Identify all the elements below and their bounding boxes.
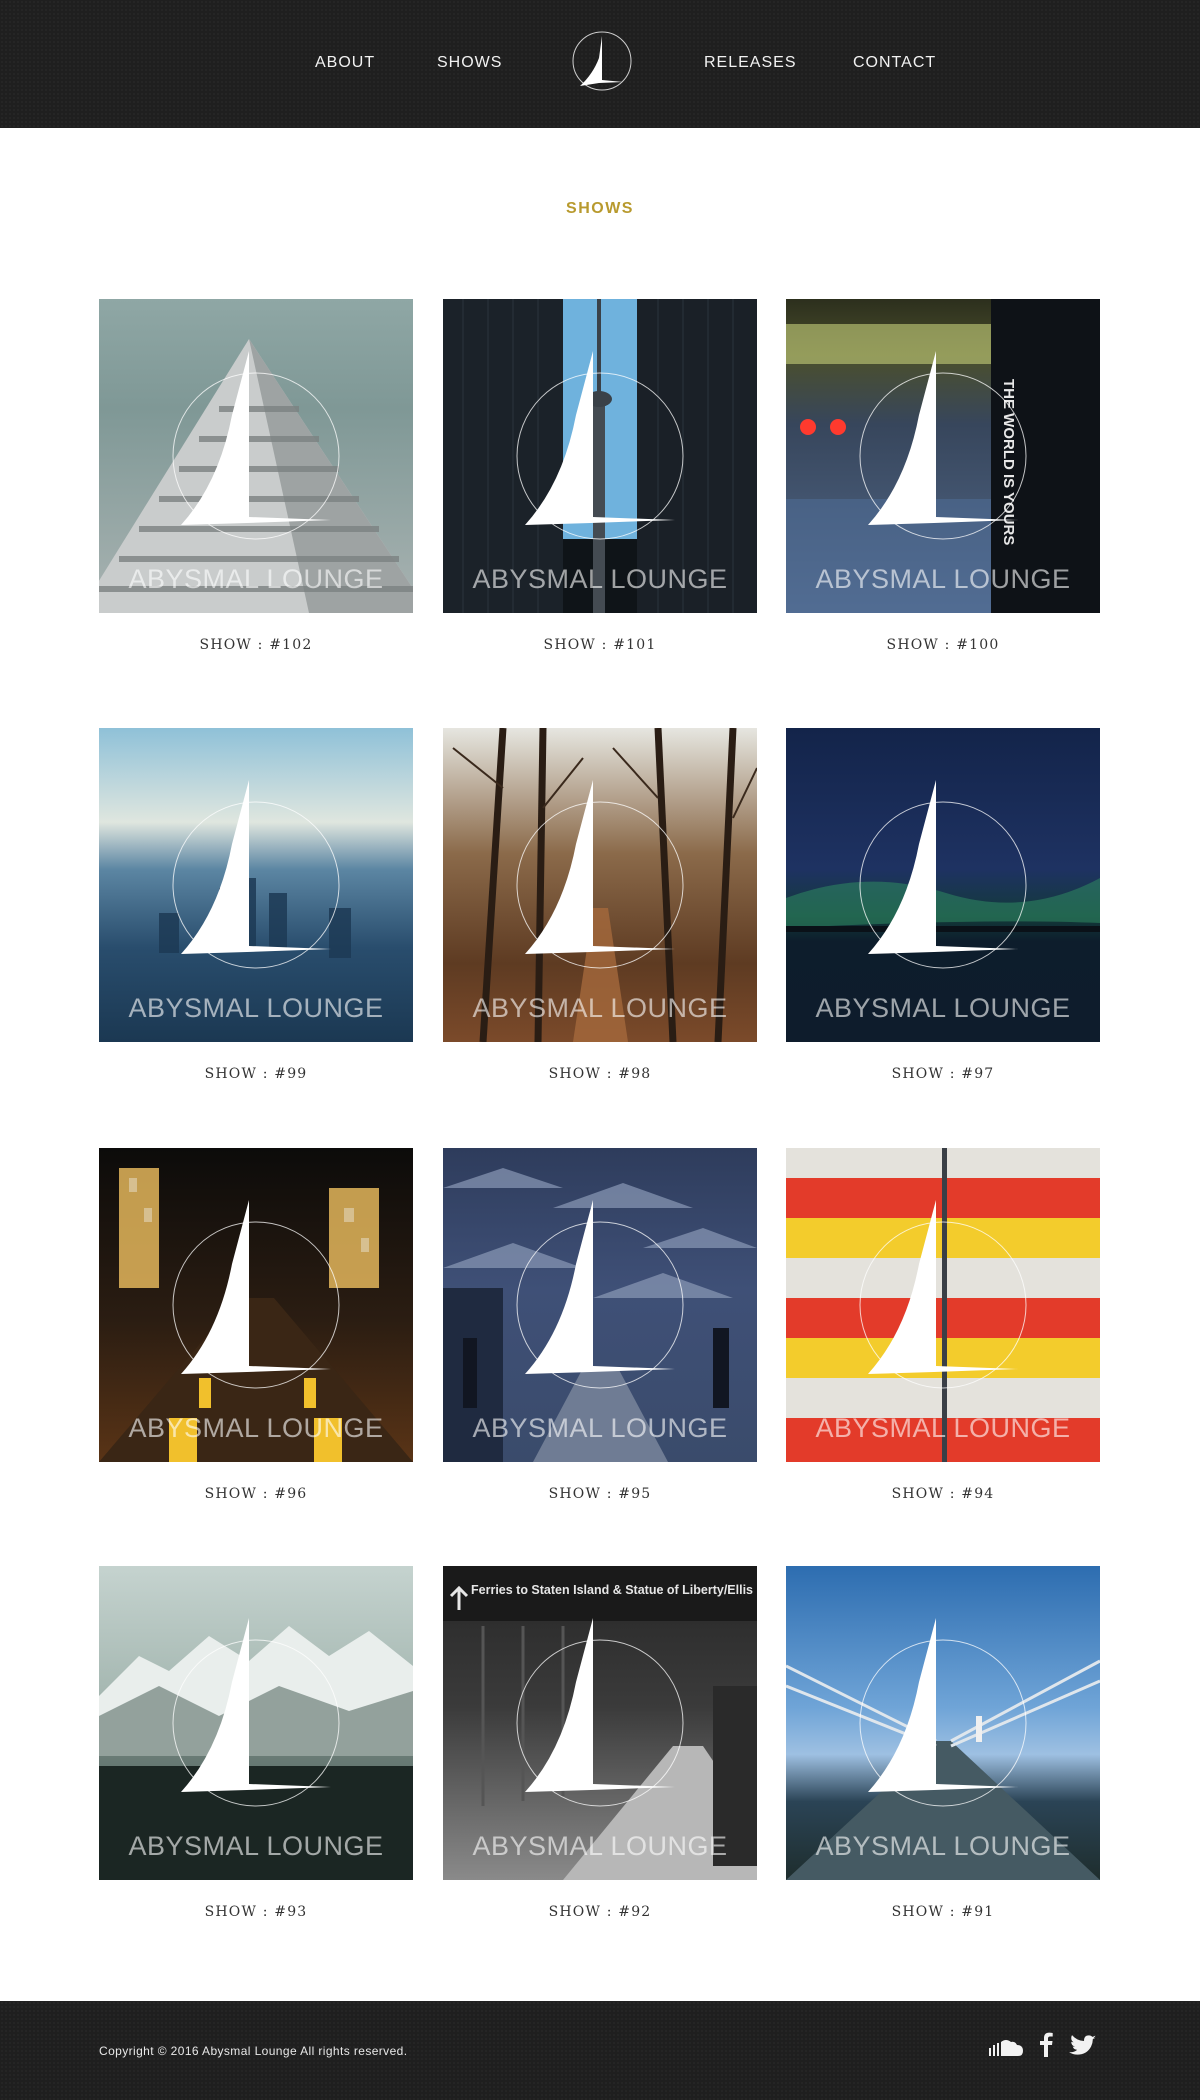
show-card[interactable]: ABYSMAL LOUNGE SHOW : #97 bbox=[786, 728, 1100, 1082]
show-label[interactable]: SHOW : #101 bbox=[443, 637, 757, 653]
brand-watermark: ABYSMAL LOUNGE bbox=[128, 993, 384, 1023]
brand-watermark: ABYSMAL LOUNGE bbox=[815, 1413, 1071, 1443]
brand-watermark: ABYSMAL LOUNGE bbox=[472, 993, 728, 1023]
brand-watermark: ABYSMAL LOUNGE bbox=[128, 1413, 384, 1443]
nav-contact[interactable]: CONTACT bbox=[853, 54, 936, 72]
show-card[interactable]: ABYSMAL LOUNGE SHOW : #94 bbox=[786, 1148, 1100, 1502]
brand-watermark: ABYSMAL LOUNGE bbox=[472, 1831, 728, 1861]
nav-about[interactable]: ABOUT bbox=[315, 54, 375, 72]
brand-watermark: ABYSMAL LOUNGE bbox=[815, 564, 1071, 594]
nav-releases[interactable]: RELEASES bbox=[704, 54, 796, 72]
show-card[interactable]: ABYSMAL LOUNGE SHOW : #91 bbox=[786, 1566, 1100, 1920]
show-card[interactable]: Ferries to Staten Island & Statue of Lib… bbox=[443, 1566, 757, 1920]
show-label[interactable]: SHOW : #92 bbox=[443, 1904, 757, 1920]
show-artwork[interactable]: THE WORLD IS YOURS ABYSMAL LOUNGE bbox=[786, 299, 1100, 613]
show-artwork[interactable]: ABYSMAL LOUNGE bbox=[786, 1148, 1100, 1462]
brand-watermark: ABYSMAL LOUNGE bbox=[128, 1831, 384, 1861]
show-card[interactable]: ABYSMAL LOUNGE SHOW : #95 bbox=[443, 1148, 757, 1502]
show-artwork[interactable]: ABYSMAL LOUNGE bbox=[786, 1566, 1100, 1880]
show-artwork[interactable]: ABYSMAL LOUNGE bbox=[443, 1148, 757, 1462]
show-artwork[interactable]: ABYSMAL LOUNGE bbox=[443, 728, 757, 1042]
show-label[interactable]: SHOW : #98 bbox=[443, 1066, 757, 1082]
copyright-text: Copyright © 2016 Abysmal Lounge All righ… bbox=[99, 2044, 408, 2058]
brand-watermark: ABYSMAL LOUNGE bbox=[128, 564, 384, 594]
site-footer: Copyright © 2016 Abysmal Lounge All righ… bbox=[0, 2001, 1200, 2100]
show-label[interactable]: SHOW : #95 bbox=[443, 1486, 757, 1502]
ferry-sign-text: Ferries to Staten Island & Statue of Lib… bbox=[471, 1583, 757, 1597]
show-card[interactable]: ABYSMAL LOUNGE SHOW : #102 bbox=[99, 299, 413, 653]
show-artwork[interactable]: ABYSMAL LOUNGE bbox=[99, 299, 413, 613]
show-card[interactable]: ABYSMAL LOUNGE SHOW : #93 bbox=[99, 1566, 413, 1920]
brand-watermark: ABYSMAL LOUNGE bbox=[472, 1413, 728, 1443]
show-card[interactable]: ABYSMAL LOUNGE SHOW : #101 bbox=[443, 299, 757, 653]
site-header: ABOUT SHOWS RELEASES CONTACT bbox=[0, 0, 1200, 128]
show-artwork[interactable]: ABYSMAL LOUNGE bbox=[99, 728, 413, 1042]
show-label[interactable]: SHOW : #91 bbox=[786, 1904, 1100, 1920]
soundcloud-icon[interactable] bbox=[989, 2039, 1025, 2057]
nav-shows[interactable]: SHOWS bbox=[437, 54, 502, 72]
brand-watermark: ABYSMAL LOUNGE bbox=[815, 993, 1071, 1023]
logo-icon[interactable] bbox=[571, 30, 633, 92]
show-label[interactable]: SHOW : #99 bbox=[99, 1066, 413, 1082]
brand-watermark: ABYSMAL LOUNGE bbox=[472, 564, 728, 594]
show-label[interactable]: SHOW : #102 bbox=[99, 637, 413, 653]
show-label[interactable]: SHOW : #94 bbox=[786, 1486, 1100, 1502]
show-label[interactable]: SHOW : #93 bbox=[99, 1904, 413, 1920]
facebook-icon[interactable] bbox=[1038, 2031, 1054, 2057]
page-title: SHOWS bbox=[566, 200, 634, 217]
show-artwork[interactable]: ABYSMAL LOUNGE bbox=[443, 299, 757, 613]
show-label[interactable]: SHOW : #96 bbox=[99, 1486, 413, 1502]
show-card[interactable]: THE WORLD IS YOURS ABYSMAL LOUNGE SHOW :… bbox=[786, 299, 1100, 653]
brand-watermark: ABYSMAL LOUNGE bbox=[815, 1831, 1071, 1861]
show-artwork[interactable]: ABYSMAL LOUNGE bbox=[99, 1566, 413, 1880]
show-label[interactable]: SHOW : #97 bbox=[786, 1066, 1100, 1082]
show-artwork[interactable]: ABYSMAL LOUNGE bbox=[786, 728, 1100, 1042]
show-artwork[interactable]: Ferries to Staten Island & Statue of Lib… bbox=[443, 1566, 757, 1880]
show-card[interactable]: ABYSMAL LOUNGE SHOW : #99 bbox=[99, 728, 413, 1082]
show-label[interactable]: SHOW : #100 bbox=[786, 637, 1100, 653]
show-card[interactable]: ABYSMAL LOUNGE SHOW : #96 bbox=[99, 1148, 413, 1502]
show-artwork[interactable]: ABYSMAL LOUNGE bbox=[99, 1148, 413, 1462]
show-card[interactable]: ABYSMAL LOUNGE SHOW : #98 bbox=[443, 728, 757, 1082]
twitter-icon[interactable] bbox=[1068, 2032, 1100, 2058]
